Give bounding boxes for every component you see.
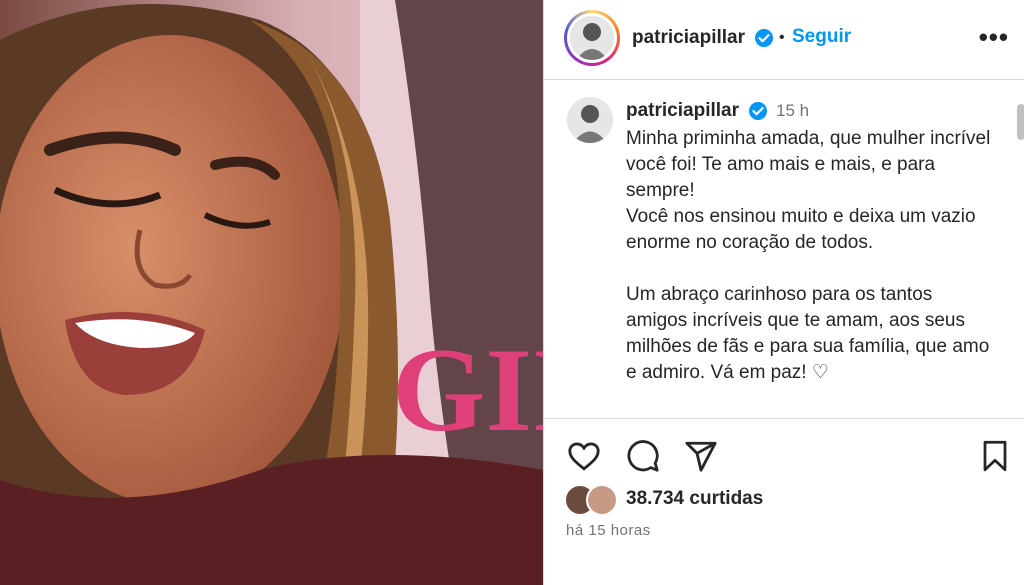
caption-text: Minha priminha amada, que mulher incríve… — [626, 128, 991, 383]
post-header: patriciapillar • Seguir ••• — [544, 0, 1024, 80]
paper-plane-icon[interactable] — [684, 439, 718, 473]
post-panel: patriciapillar • Seguir ••• patriciapill… — [543, 0, 1024, 585]
liker-avatar[interactable] — [586, 484, 618, 516]
caption-avatar[interactable] — [567, 97, 613, 143]
header-username[interactable]: patriciapillar — [632, 27, 745, 49]
heart-icon[interactable] — [566, 439, 602, 473]
post-timestamp[interactable]: há 15 horas — [566, 522, 651, 539]
post-time[interactable]: 15 h — [776, 101, 809, 121]
caption-section: patriciapillar 15 h Minha priminha amada… — [544, 80, 1024, 415]
post-photo: GII — [0, 0, 543, 585]
avatar[interactable] — [570, 16, 614, 60]
verified-badge-icon — [749, 102, 767, 120]
verified-badge-icon — [755, 29, 773, 47]
story-ring[interactable] — [564, 10, 620, 66]
follow-button[interactable]: Seguir — [792, 26, 851, 48]
scrollbar[interactable] — [1017, 104, 1024, 140]
caption-username[interactable]: patriciapillar — [626, 100, 739, 122]
bookmark-icon[interactable] — [980, 439, 1010, 473]
separator-dot: • — [779, 29, 785, 46]
comment-icon[interactable] — [626, 439, 660, 473]
more-options-icon[interactable]: ••• — [979, 22, 1009, 53]
likes-count[interactable]: 38.734 curtidas — [626, 488, 763, 510]
svg-text:GII: GII — [392, 323, 543, 456]
